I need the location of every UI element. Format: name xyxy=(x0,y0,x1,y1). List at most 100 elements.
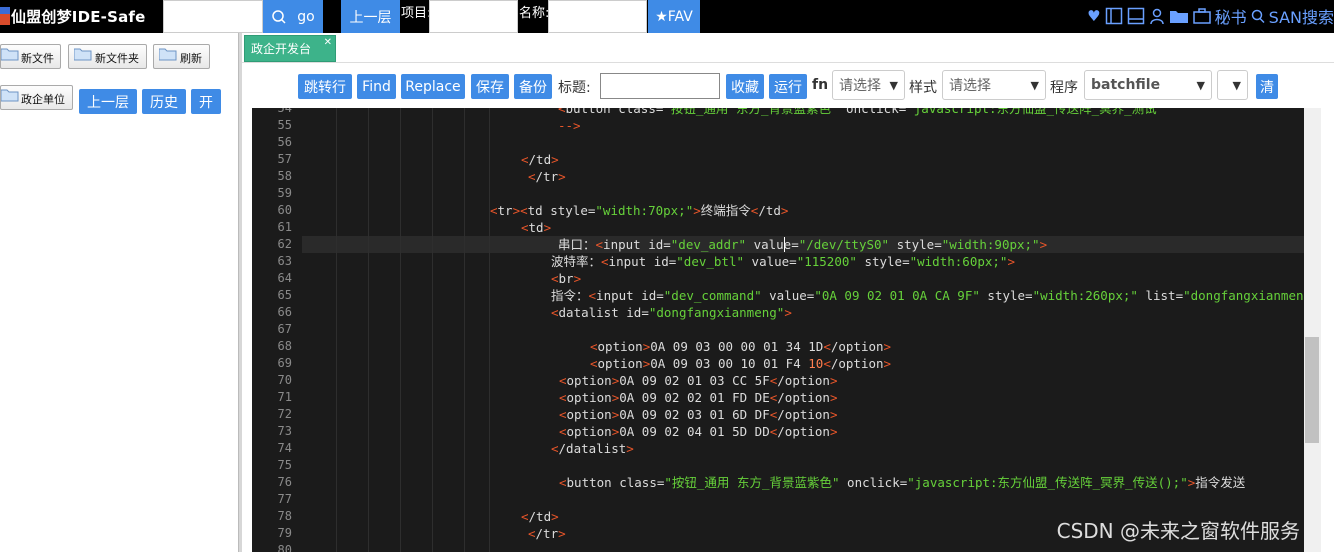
replace-button[interactable]: Replace xyxy=(401,74,465,99)
line-number: 74 xyxy=(277,441,292,455)
project-label: 项目: xyxy=(401,6,432,21)
tab-label: 政企开发台 xyxy=(251,42,312,56)
san-search-link[interactable]: SAN搜索 xyxy=(1269,4,1334,28)
tab-gov-dev[interactable]: 政企开发台 ✕ xyxy=(244,35,336,62)
code-editor[interactable]: 54 55 56 57 58 59 60 61 62 63 64 65 66 67 68 69 70 71 72 73… xyxy=(252,108,1304,552)
code-line-70: <option>0A 09 02 01 03 CC 5F</option> xyxy=(559,373,838,388)
line-number: 75 xyxy=(277,458,292,472)
fn-label: fn xyxy=(812,77,829,93)
line-number: 80 xyxy=(277,543,292,552)
top-up-button[interactable]: 上一层 xyxy=(341,0,400,33)
logo-icon xyxy=(0,7,10,25)
code-line-54: <button class="按钮_通用 东方_背景蓝紫色" onclick="… xyxy=(558,108,1165,116)
line-number: 73 xyxy=(277,424,292,438)
clear-button[interactable]: 清 xyxy=(1256,74,1278,99)
extra-select[interactable]: ▼ xyxy=(1217,70,1248,100)
panel-layout-icon[interactable] xyxy=(1127,7,1145,25)
chevron-down-icon: ▼ xyxy=(889,79,898,92)
code-line-58: </tr> xyxy=(528,169,566,184)
new-file-button[interactable]: 新文件 xyxy=(0,44,61,69)
close-icon[interactable]: ✕ xyxy=(324,37,332,48)
chevron-down-icon: ▼ xyxy=(1196,79,1205,92)
line-number: 78 xyxy=(277,509,292,523)
line-gutter: 54 55 56 57 58 59 60 61 62 63 64 65 66 67 68 69 70 71 72 73… xyxy=(252,108,302,552)
fav-button[interactable]: ★FAV xyxy=(648,0,700,33)
text-cursor xyxy=(784,237,785,252)
code-line-79: </tr> xyxy=(528,526,566,541)
folder-icon[interactable] xyxy=(1169,8,1189,24)
scrollbar-thumb[interactable] xyxy=(1305,337,1319,443)
line-number: 64 xyxy=(277,271,292,285)
pane-splitter[interactable] xyxy=(238,33,242,552)
line-number: 65 xyxy=(277,288,292,302)
line-number: 69 xyxy=(277,356,292,370)
chevron-down-icon: ▼ xyxy=(1030,79,1039,92)
new-file-label: 新文件 xyxy=(21,52,54,65)
line-number: 63 xyxy=(277,254,292,268)
open-button[interactable]: 开 xyxy=(191,89,221,114)
style-select[interactable]: 请选择 ▼ xyxy=(942,70,1046,100)
backup-button[interactable]: 备份 xyxy=(514,74,552,99)
code-line-61: <td> xyxy=(521,220,552,235)
line-number: 72 xyxy=(277,407,292,421)
program-select[interactable]: batchfile ▼ xyxy=(1084,70,1212,100)
chevron-down-icon: ▼ xyxy=(1232,79,1241,92)
code-line-76: <button class="按钮_通用 东方_背景蓝紫色" onclick="… xyxy=(559,475,1246,490)
code-line-60: <tr><td style="width:70px;">终端指令</td> xyxy=(490,203,789,218)
code-line-62: 串口：<input id="dev_addr" value="/dev/ttyS… xyxy=(558,237,1048,252)
code-line-66: <datalist id="dongfangxianmeng"> xyxy=(551,305,792,320)
line-number: 57 xyxy=(277,152,292,166)
refresh-button[interactable]: 刷新 xyxy=(153,44,210,69)
line-number: 55 xyxy=(277,118,292,132)
line-number: 54 xyxy=(277,108,292,115)
heart-icon[interactable]: ♥ xyxy=(1087,7,1100,25)
line-number: 67 xyxy=(277,322,292,336)
path-input[interactable] xyxy=(163,0,263,33)
fn-select[interactable]: 请选择 ▼ xyxy=(832,70,905,100)
line-number: 70 xyxy=(277,373,292,387)
line-number: 61 xyxy=(277,220,292,234)
new-folder-button[interactable]: 新文件夹 xyxy=(68,44,147,69)
code-line-63: 波特率：<input id="dev_btl" value="115200" s… xyxy=(551,254,1015,269)
line-number: 58 xyxy=(277,169,292,183)
refresh-label: 刷新 xyxy=(180,52,202,65)
program-label: 程序 xyxy=(1050,80,1078,96)
program-select-value: batchfile xyxy=(1091,77,1161,93)
title-input[interactable] xyxy=(600,73,720,99)
folder-icon xyxy=(74,48,92,61)
secretary-link[interactable]: 秘书 xyxy=(1215,4,1247,28)
save-button[interactable]: 保存 xyxy=(471,74,509,99)
code-line-65: 指令：<input id="dev_command" value="0A 09 … xyxy=(551,288,1304,303)
user-icon[interactable] xyxy=(1149,7,1165,25)
up-level-button[interactable]: 上一层 xyxy=(79,89,137,114)
code-area[interactable]: <button class="按钮_通用 东方_背景蓝紫色" onclick="… xyxy=(302,108,1304,552)
new-folder-label: 新文件夹 xyxy=(95,52,139,65)
project-input[interactable] xyxy=(429,0,518,33)
history-button[interactable]: 历史 xyxy=(142,89,186,114)
line-number: 62 xyxy=(277,237,292,251)
go-button[interactable]: go xyxy=(263,0,323,33)
find-button[interactable]: Find xyxy=(357,74,396,99)
code-line-78: </td> xyxy=(521,509,559,524)
code-line-72: <option>0A 09 02 03 01 6D DF</option> xyxy=(559,407,838,422)
line-number: 59 xyxy=(277,186,292,200)
gov-unit-button[interactable]: 政企单位 xyxy=(0,85,73,110)
line-number: 77 xyxy=(277,492,292,506)
code-line-74: </datalist> xyxy=(551,441,634,456)
code-line-73: <option>0A 09 02 04 01 5D DD</option> xyxy=(559,424,838,439)
name-input[interactable] xyxy=(548,0,647,33)
gov-unit-label: 政企单位 xyxy=(21,93,65,106)
folder-icon xyxy=(159,48,177,61)
fn-select-value: 请选择 xyxy=(839,78,881,94)
style-label: 样式 xyxy=(909,80,937,96)
search-san-icon xyxy=(1251,9,1265,24)
right-margin xyxy=(1321,108,1334,552)
top-bar: 仙盟创梦IDE-Safe go 上一层 项目: 名称: ★FAV ♥ 秘书 SA… xyxy=(0,0,1334,33)
sidebar-layout-icon[interactable] xyxy=(1105,7,1123,25)
go-label: go xyxy=(297,8,315,25)
briefcase-icon[interactable] xyxy=(1192,8,1211,24)
run-button[interactable]: 运行 xyxy=(769,74,807,99)
collect-button[interactable]: 收藏 xyxy=(726,74,764,99)
vertical-scrollbar[interactable] xyxy=(1304,108,1321,552)
goto-line-button[interactable]: 跳转行 xyxy=(298,74,352,99)
